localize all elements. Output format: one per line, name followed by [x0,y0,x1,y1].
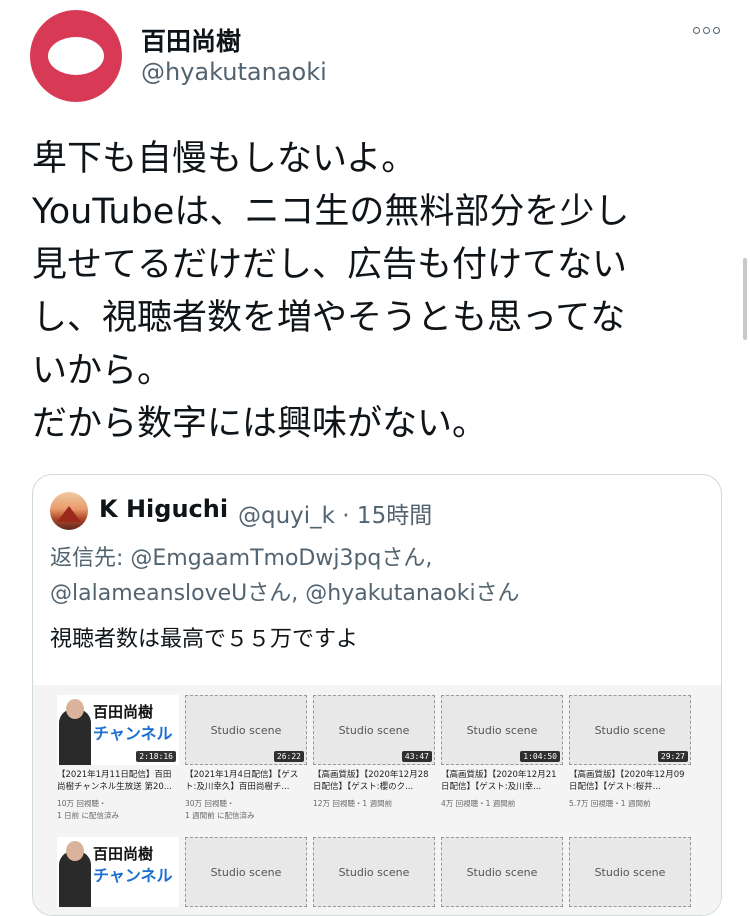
video-thumbnail[interactable]: Studio scene [185,837,307,907]
more-dot [693,27,700,34]
scrollbar[interactable] [743,258,747,340]
video-duration: 26:22 [273,751,304,762]
video-date: 1 日前 に配信済み [57,811,120,820]
video-thumbnail[interactable]: Studio scene 43:47 [313,695,435,765]
video-thumbnail[interactable]: Studio scene 1:04:50 [441,695,563,765]
video-views: 30万 回視聴・ [185,799,235,808]
video-views: 10万 回視聴・ [57,799,107,808]
quoted-tweet[interactable]: K Higuchi @quyi_k · 15時間 返信先: @EmgaamTmo… [32,474,722,916]
video-title[interactable]: 【2021年1月11日配信】百田尚樹チャンネル生放送 第20... [57,769,179,795]
avatar-graphic [48,37,104,75]
image-placeholder: Studio scene [313,837,435,907]
video-thumbnail[interactable]: Studio scene [569,837,691,907]
video-thumbnail[interactable]: 百田尚樹 チャンネル 2:18:16 [57,695,179,765]
video-date: 1 週間前 に配信済み [185,811,255,820]
more-dot [713,27,720,34]
tweet-text: 卑下も自慢もしないよ。 YouTubeは、ニコ生の無料部分を少し 見せてるだけだ… [32,139,630,444]
channel-card-title: 百田尚樹 [93,845,154,863]
more-options-icon[interactable] [693,27,720,34]
video-duration: 1:04:50 [520,751,560,762]
channel-card-title: 百田尚樹 [93,703,154,721]
video-duration: 29:27 [657,751,688,762]
mention-link[interactable]: @lalameansloveUさん, [50,581,298,606]
display-name[interactable]: 百田尚樹 [141,22,241,58]
attached-screenshot[interactable]: 百田尚樹 チャンネル 2:18:16 Studio scene 26:22 St… [33,685,721,915]
more-dot [703,27,710,34]
video-views: 5.7万 回視聴・1 週間前 [569,799,651,808]
user-handle[interactable]: @hyakutanaoki [141,58,327,86]
quoted-display-name[interactable]: K Higuchi [99,495,228,523]
reply-to-line: 返信先: @EmgaamTmoDwj3pqさん, @lalameansloveUさ… [50,541,700,611]
video-thumbnail[interactable]: Studio scene 29:27 [569,695,691,765]
profile-avatar[interactable] [30,10,122,102]
video-duration: 43:47 [401,751,432,762]
video-thumbnail[interactable]: Studio scene 26:22 [185,695,307,765]
video-views: 4万 回視聴・1 週間前 [441,799,516,808]
quoted-handle-time[interactable]: @quyi_k · 15時間 [238,496,432,530]
video-thumbnail[interactable]: Studio scene [441,837,563,907]
channel-card-subtitle: チャンネル [93,866,173,885]
quoted-tweet-text: 視聴者数は最高で５５万ですよ [50,627,359,652]
video-title[interactable]: 【高画質版】【2020年12月09日配信】【ゲスト:桜井... [569,769,691,795]
reply-to-label: 返信先: [50,546,131,571]
mountain-graphic [57,506,81,522]
video-thumbnail[interactable]: Studio scene [313,837,435,907]
channel-card-subtitle: チャンネル [93,724,173,743]
video-duration: 2:18:16 [136,751,176,762]
video-title[interactable]: 【高画質版】【2020年12月28日配信】【ゲスト:櫻のク... [313,769,435,795]
video-views: 12万 回視聴・1 週間前 [313,799,393,808]
image-placeholder: Studio scene [441,837,563,907]
mention-link[interactable]: @hyakutanaokiさん [305,581,519,606]
video-title[interactable]: 【高画質版】【2020年12月21日配信】【ゲスト:及川幸... [441,769,563,795]
mention-link[interactable]: @EmgaamTmoDwj3pqさん, [130,546,432,571]
video-thumbnail[interactable]: 百田尚樹 チャンネル [57,837,179,907]
thumbnail-person-head [66,841,84,861]
video-title[interactable]: 【2021年1月4日配信】【ゲスト:及川幸久】百田尚樹チ... [185,769,307,795]
quoted-user-avatar[interactable] [50,492,88,530]
thumbnail-person-head [66,699,84,719]
image-placeholder: Studio scene [569,837,691,907]
image-placeholder: Studio scene [185,837,307,907]
